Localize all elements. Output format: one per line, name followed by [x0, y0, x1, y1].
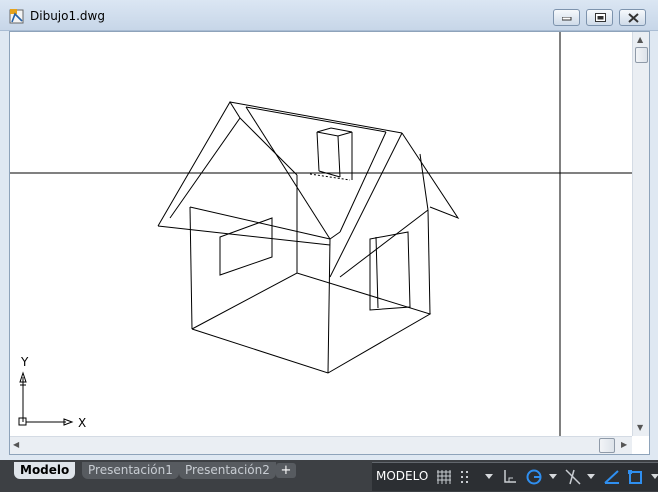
ucs-x-label: X	[78, 416, 86, 430]
chevron-down-icon[interactable]	[587, 474, 595, 479]
scroll-left-icon[interactable]: ◀	[13, 441, 19, 449]
minimize-button[interactable]	[553, 9, 580, 26]
model-viewport[interactable]: Y X	[10, 32, 632, 436]
ortho-icon[interactable]	[500, 467, 520, 487]
lineweight-icon[interactable]	[626, 467, 646, 487]
tab-presentacion1[interactable]: Presentación1	[82, 462, 179, 479]
autocad-drawing-icon	[9, 9, 24, 24]
tab-modelo[interactable]: Modelo	[14, 462, 76, 479]
add-layout-button[interactable]: +	[276, 463, 296, 478]
horizontal-scroll-thumb[interactable]	[599, 438, 615, 453]
bottom-bar: Modelo Presentación1 Presentación2 + MOD…	[0, 460, 658, 492]
grid-icon[interactable]	[434, 467, 454, 487]
model-space-button[interactable]: MODELO	[376, 469, 428, 483]
scroll-down-icon[interactable]: ▼	[637, 424, 643, 432]
roof-right	[401, 132, 460, 220]
status-bar: MODELO	[372, 462, 658, 491]
horizontal-scrollbar[interactable]: ◀ ▶	[10, 436, 632, 454]
house-base	[191, 272, 432, 374]
minimize-icon	[562, 17, 572, 21]
title-bar: Dibujo1.dwg	[0, 0, 658, 31]
vertical-scrollbar[interactable]: ▲ ▼	[632, 32, 649, 436]
ucs-icon	[18, 371, 74, 426]
tab-presentacion2[interactable]: Presentación2	[179, 462, 276, 479]
close-icon	[628, 13, 639, 23]
vertical-scroll-thumb[interactable]	[635, 47, 648, 63]
restore-button[interactable]	[586, 9, 613, 26]
chevron-down-icon[interactable]	[549, 474, 557, 479]
polar-icon[interactable]	[524, 467, 544, 487]
chevron-down-icon[interactable]	[485, 474, 493, 479]
window-title: Dibujo1.dwg	[30, 9, 105, 23]
chimney	[309, 127, 353, 181]
grid-dots-icon[interactable]	[458, 467, 478, 487]
close-button[interactable]	[619, 9, 646, 26]
ucs-y-label: Y	[20, 355, 29, 369]
roof-front-left	[157, 101, 241, 227]
isodraft-icon[interactable]	[602, 467, 622, 487]
restore-icon	[595, 13, 606, 22]
scroll-right-icon[interactable]: ▶	[621, 441, 627, 449]
osnap-icon[interactable]	[563, 467, 583, 487]
window	[219, 217, 273, 276]
scroll-up-icon[interactable]: ▲	[637, 36, 643, 44]
chevron-down-icon[interactable]	[651, 474, 658, 479]
house-wireframe	[157, 101, 460, 374]
